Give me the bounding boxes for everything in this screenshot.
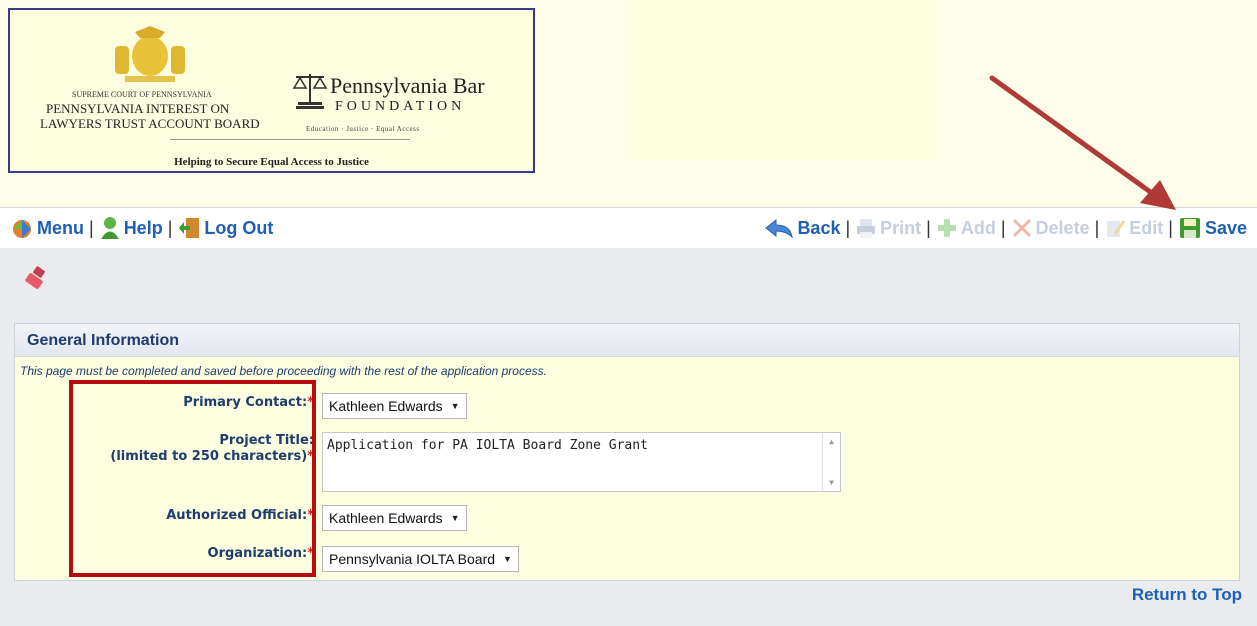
separator: |	[845, 217, 851, 238]
back-label: Back	[797, 217, 841, 238]
foundation-tagline: Education · Justice · Equal Access	[306, 125, 420, 133]
section-title: General Information	[27, 332, 180, 349]
textarea-scrollbar[interactable]: ▲ ▼	[822, 433, 840, 491]
foundation-name: Pennsylvania Bar	[330, 73, 485, 98]
board-line-2: LAWYERS TRUST ACCOUNT BOARD	[40, 116, 260, 131]
toolbar: Menu | Help | Log Out Back | Print | Add…	[0, 207, 1257, 249]
print-button[interactable]: Print	[855, 217, 921, 239]
pa-seal-icon	[115, 26, 185, 82]
separator: |	[1168, 217, 1173, 238]
help-icon	[100, 217, 119, 239]
brush-icon[interactable]	[22, 266, 48, 292]
print-icon	[857, 219, 876, 238]
logout-icon	[179, 218, 200, 238]
chevron-down-icon: ▼	[503, 554, 512, 564]
toolbar-left: Menu | Help | Log Out	[10, 216, 273, 240]
delete-label: Delete	[1035, 217, 1090, 238]
back-button[interactable]: Back	[764, 217, 840, 239]
edit-icon	[1107, 220, 1126, 237]
required-fields-highlight	[69, 380, 316, 577]
edit-button[interactable]: Edit	[1104, 217, 1163, 239]
logout-button[interactable]: Log Out	[177, 216, 273, 240]
add-label: Add	[960, 217, 996, 238]
chevron-down-icon: ▼	[450, 401, 460, 411]
primary-contact-value: Kathleen Edwards	[329, 398, 443, 414]
separator: |	[1000, 217, 1006, 238]
chevron-down-icon: ▼	[450, 513, 460, 523]
separator: |	[1094, 217, 1100, 238]
menu-icon	[13, 220, 31, 238]
primary-contact-select[interactable]: Kathleen Edwards ▼	[322, 393, 467, 419]
scales-of-justice-icon	[292, 74, 328, 109]
banner-divider	[170, 139, 410, 140]
add-button[interactable]: Add	[936, 217, 996, 239]
save-label: Save	[1204, 217, 1247, 238]
help-button[interactable]: Help	[99, 216, 163, 240]
board-name: PENNSYLVANIA INTEREST ON LAWYERS TRUST A…	[40, 101, 260, 131]
logout-label: Log Out	[204, 217, 274, 238]
section-note: This page must be completed and saved be…	[20, 364, 547, 378]
delete-button[interactable]: Delete	[1011, 217, 1090, 239]
authorized-official-select[interactable]: Kathleen Edwards ▼	[322, 505, 467, 531]
header-banner: SUPREME COURT OF PENNSYLVANIA PENNSYLVAN…	[8, 8, 535, 173]
foundation-word: FOUNDATION	[335, 99, 466, 114]
edit-label: Edit	[1129, 217, 1164, 238]
save-icon	[1179, 218, 1200, 238]
help-label: Help	[123, 217, 163, 238]
toolbar-right: Back | Print | Add | Delete | Edit | Sav…	[764, 216, 1247, 240]
separator: |	[926, 217, 931, 238]
separator: |	[89, 217, 94, 238]
print-label: Print	[880, 217, 922, 238]
organization-select[interactable]: Pennsylvania IOLTA Board ▼	[322, 546, 519, 572]
back-icon	[765, 218, 794, 239]
blank-banner-area	[629, 0, 934, 160]
separator: |	[167, 217, 173, 238]
authorized-official-value: Kathleen Edwards	[329, 510, 443, 526]
scroll-up-icon[interactable]: ▲	[829, 437, 834, 446]
add-icon	[937, 219, 956, 237]
scroll-down-icon[interactable]: ▼	[829, 478, 834, 487]
panel-header: General Information	[15, 324, 1239, 357]
project-title-textarea[interactable]: Application for PA IOLTA Board Zone Gran…	[322, 432, 841, 492]
menu-label: Menu	[37, 217, 84, 238]
return-to-top-link[interactable]: Return to Top	[1132, 585, 1242, 605]
banner-tagline: Helping to Secure Equal Access to Justic…	[174, 156, 369, 168]
board-line-1: PENNSYLVANIA INTEREST ON	[46, 101, 230, 116]
menu-button[interactable]: Menu	[10, 217, 84, 239]
court-small-text: SUPREME COURT OF PENNSYLVANIA	[72, 90, 212, 99]
project-title-value: Application for PA IOLTA Board Zone Gran…	[327, 438, 648, 453]
save-button[interactable]: Save	[1178, 216, 1247, 240]
delete-icon	[1012, 219, 1031, 237]
organization-value: Pennsylvania IOLTA Board	[329, 551, 496, 567]
